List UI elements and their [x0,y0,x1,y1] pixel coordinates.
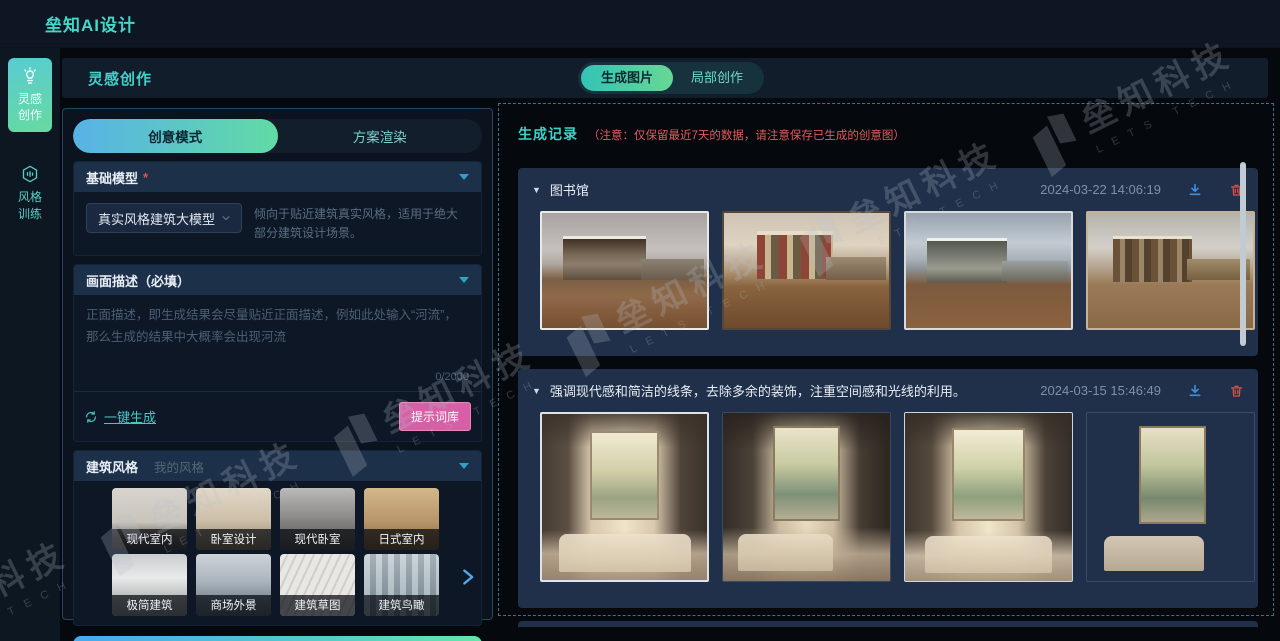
refresh-icon [84,410,98,424]
char-counter: 0/2000 [74,367,481,391]
style-grid: 现代室内卧室设计现代卧室日式室内极简建筑商场外景建筑草图建筑鸟瞰 [112,488,455,616]
record-header: ▼ 图书馆 2024-03-22 14:06:19 [518,168,1258,207]
page-title: 灵感创作 [88,68,152,89]
prompt-library-button[interactable]: 提示词库 [399,402,471,431]
prompt-title: 画面描述（必填） [86,271,190,290]
generation-record: ▼ 强调现代感和简洁的线条，去除多余的装饰，注重空间感和光线的利用。 2024-03… [518,369,1258,608]
scrollbar-thumb[interactable] [1240,162,1246,346]
base-model-select[interactable]: 真实风格建筑大模型 [86,203,242,233]
record-title: 强调现代感和简洁的线条，去除多余的装饰，注重空间感和光线的利用。 [550,381,966,400]
style-thumb-japanese-interior[interactable]: 日式室内 [364,488,439,550]
generation-history-panel: 生成记录 （注意：仅保留最近7天的数据，请注意保存已生成的创意图） ▼ 图书馆 20… [501,108,1268,627]
architecture-style-header: 建筑风格 我的风格 [74,451,481,481]
lightbulb-icon [20,66,40,86]
style-thumb-modern-bedroom[interactable]: 现代卧室 [280,488,355,550]
chevron-down-icon [220,212,232,224]
generated-image[interactable] [540,412,709,582]
generated-image[interactable] [1086,211,1255,330]
delete-icon[interactable] [1229,383,1244,399]
hexagon-icon [20,164,40,184]
style-thumb-label: 建筑草图 [280,595,355,616]
app-title: 垒知AI设计 [45,11,136,36]
base-model-description: 倾向于贴近建筑真实风格，适用于绝大部分建筑设计场景。 [254,203,469,242]
prompt-header: 画面描述（必填） [74,265,481,295]
collapse-caret-icon[interactable] [459,277,469,283]
one-click-generate-link[interactable]: 一键生成 [104,407,156,426]
generation-record: ▼现代设计感的活动中心，晴天，玻璃幕墙2024-03-15 15:45:40 [518,621,1258,627]
base-model-header: 基础模型 * [74,162,481,192]
style-thumb-mall-exterior[interactable]: 商场外景 [196,554,271,616]
my-styles-link[interactable]: 我的风格 [154,457,204,476]
collapse-caret-icon[interactable]: ▼ [532,386,541,396]
records-list: ▼ 图书馆 2024-03-22 14:06:19 ▼ 强调现代感和简洁的线条，去除多余… [518,168,1268,627]
record-header: ▼ 强调现代感和简洁的线条，去除多余的装饰，注重空间感和光线的利用。 2024-03… [518,369,1258,408]
sidebar: 灵感创作 风格训练 [0,48,60,641]
base-model-selected: 真实风格建筑大模型 [98,209,215,228]
prompt-actions: 一键生成 提示词库 [74,391,481,441]
collapse-caret-icon[interactable] [459,174,469,180]
page-header: 灵感创作 生成图片 局部创作 [62,58,1268,98]
style-thumb-label: 建筑鸟瞰 [364,595,439,616]
tab-scheme-render[interactable]: 方案渲染 [278,119,483,153]
generated-image[interactable] [904,412,1073,582]
history-title: 生成记录 [518,124,578,144]
style-thumb-label: 现代卧室 [280,529,355,550]
base-model-section: 基础模型 * 真实风格建筑大模型 倾向于贴近建筑真实风格，适用于 [73,161,482,256]
tab-creative-mode[interactable]: 创意模式 [73,119,278,153]
architecture-style-title: 建筑风格 [86,457,138,476]
style-thumb-label: 极简建筑 [112,595,187,616]
generation-record: ▼ 图书馆 2024-03-22 14:06:19 [518,168,1258,356]
generated-image[interactable] [722,211,891,330]
record-images [518,408,1258,608]
style-thumb-modern-interior[interactable]: 现代室内 [112,488,187,550]
creation-settings-panel: 创意模式 方案渲染 基础模型 * 真实风格建筑大模型 [62,108,493,620]
sidebar-item-style-training[interactable]: 风格训练 [8,156,52,230]
tab-partial-creation[interactable]: 局部创作 [673,65,761,91]
prompt-placeholder: 正面描述，即生成结果会尽量贴近正面描述，例如此处输入“河流”，那么生成的结果中大… [86,305,469,349]
style-thumb-label: 卧室设计 [196,529,271,550]
generated-image[interactable] [540,211,709,330]
download-icon[interactable] [1187,383,1203,399]
generated-image[interactable] [904,211,1073,330]
download-icon[interactable] [1187,182,1203,198]
record-timestamp: 2024-03-15 15:46:49 [1040,383,1161,398]
collapse-caret-icon[interactable] [459,463,469,469]
collapse-caret-icon[interactable]: ▼ [532,185,541,195]
app-window: 垒知AI设计 灵感创作 [0,0,1280,641]
style-thumb-sketch[interactable]: 建筑草图 [280,554,355,616]
generated-image[interactable] [1086,412,1255,582]
generation-mode-tabs: 生成图片 局部创作 [578,62,764,94]
style-thumb-label: 日式室内 [364,529,439,550]
record-timestamp: 2024-03-22 14:06:19 [1040,182,1161,197]
sidebar-item-inspiration[interactable]: 灵感创作 [8,58,52,132]
generated-image[interactable] [722,412,891,582]
sidebar-item-label: 灵感创作 [16,91,44,123]
style-thumb-label: 现代室内 [112,529,187,550]
sidebar-item-label: 风格训练 [16,189,44,221]
record-title: 图书馆 [550,180,589,199]
record-images [518,207,1258,356]
record-header: ▼现代设计感的活动中心，晴天，玻璃幕墙2024-03-15 15:45:40 [518,621,1258,627]
base-model-title: 基础模型 [86,168,138,187]
next-styles-arrow[interactable] [457,563,479,591]
style-thumb-label: 商场外景 [196,595,271,616]
tab-generate-image[interactable]: 生成图片 [581,65,673,91]
content-area: 灵感创作 生成图片 局部创作 创意模式 方案渲染 基础模型 [60,48,1280,641]
prompt-section: 画面描述（必填） 正面描述，即生成结果会尽量贴近正面描述，例如此处输入“河流”，… [73,264,482,442]
mode-tabs: 创意模式 方案渲染 [73,119,482,153]
style-thumb-bedroom-design[interactable]: 卧室设计 [196,488,271,550]
style-thumb-aerial[interactable]: 建筑鸟瞰 [364,554,439,616]
top-bar: 垒知AI设计 [0,0,1280,48]
required-mark: * [143,170,148,185]
start-generate-button[interactable]: 开始生成 [73,636,482,641]
architecture-style-section: 建筑风格 我的风格 现代室内卧室设计现代卧室日式室内极简建筑商场外景建筑草图建筑… [73,450,482,626]
prompt-textarea[interactable]: 正面描述，即生成结果会尽量贴近正面描述，例如此处输入“河流”，那么生成的结果中大… [74,295,481,367]
style-thumb-minimal-building[interactable]: 极简建筑 [112,554,187,616]
history-retention-notice: （注意：仅保留最近7天的数据，请注意保存已生成的创意图） [588,127,905,143]
